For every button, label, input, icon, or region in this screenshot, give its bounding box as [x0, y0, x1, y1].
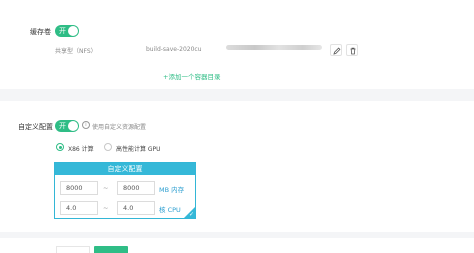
storage-toggle-label: 开	[59, 27, 66, 35]
info-icon: i	[82, 121, 90, 129]
redacted-volume-path	[226, 45, 322, 50]
radio-x86[interactable]	[56, 143, 64, 151]
custom-config-hint: 使用自定义资源配置	[92, 124, 147, 131]
range-dash: ~	[103, 184, 109, 192]
cancel-button[interactable]	[56, 246, 90, 253]
add-container-dir-link[interactable]: +添加一个容器目录	[163, 71, 220, 81]
toggle-knob	[68, 26, 78, 36]
toggle-knob	[68, 121, 78, 131]
volume-name: build-save-2020cu	[146, 46, 202, 53]
edit-button[interactable]	[330, 44, 342, 56]
pencil-icon	[333, 47, 341, 55]
delete-button[interactable]	[346, 44, 358, 56]
custom-config-toggle-label: 开	[59, 122, 66, 130]
cpu-max-input[interactable]: 4.0	[117, 201, 155, 215]
custom-config-toggle[interactable]: 开	[55, 120, 79, 132]
radio-gpu[interactable]	[104, 143, 112, 151]
cpu-unit: 核 CPU	[159, 206, 181, 214]
storage-title: 缓存卷	[30, 28, 51, 36]
custom-config-title: 自定义配置	[18, 123, 53, 131]
panel-title: 自定义配置	[55, 163, 195, 175]
radio-gpu-label[interactable]: 高性能计算 GPU	[116, 144, 161, 153]
confirm-button[interactable]	[94, 246, 128, 253]
memory-unit: MB 内存	[159, 186, 185, 194]
cpu-min-input[interactable]: 4.0	[60, 201, 98, 215]
check-icon: ✓	[188, 211, 194, 218]
memory-max-input[interactable]: 8000	[117, 181, 155, 195]
volume-type: 共享型（NFS）	[55, 48, 97, 55]
trash-icon	[350, 47, 356, 55]
memory-min-input[interactable]: 8000	[60, 181, 98, 195]
range-dash: ~	[103, 204, 109, 212]
custom-config-panel[interactable]: 自定义配置 8000 ~ 8000 MB 内存 4.0 ~ 4.0 核 CPU …	[54, 162, 196, 219]
storage-toggle[interactable]: 开	[55, 25, 79, 37]
radio-x86-label[interactable]: X86 计算	[68, 144, 94, 153]
